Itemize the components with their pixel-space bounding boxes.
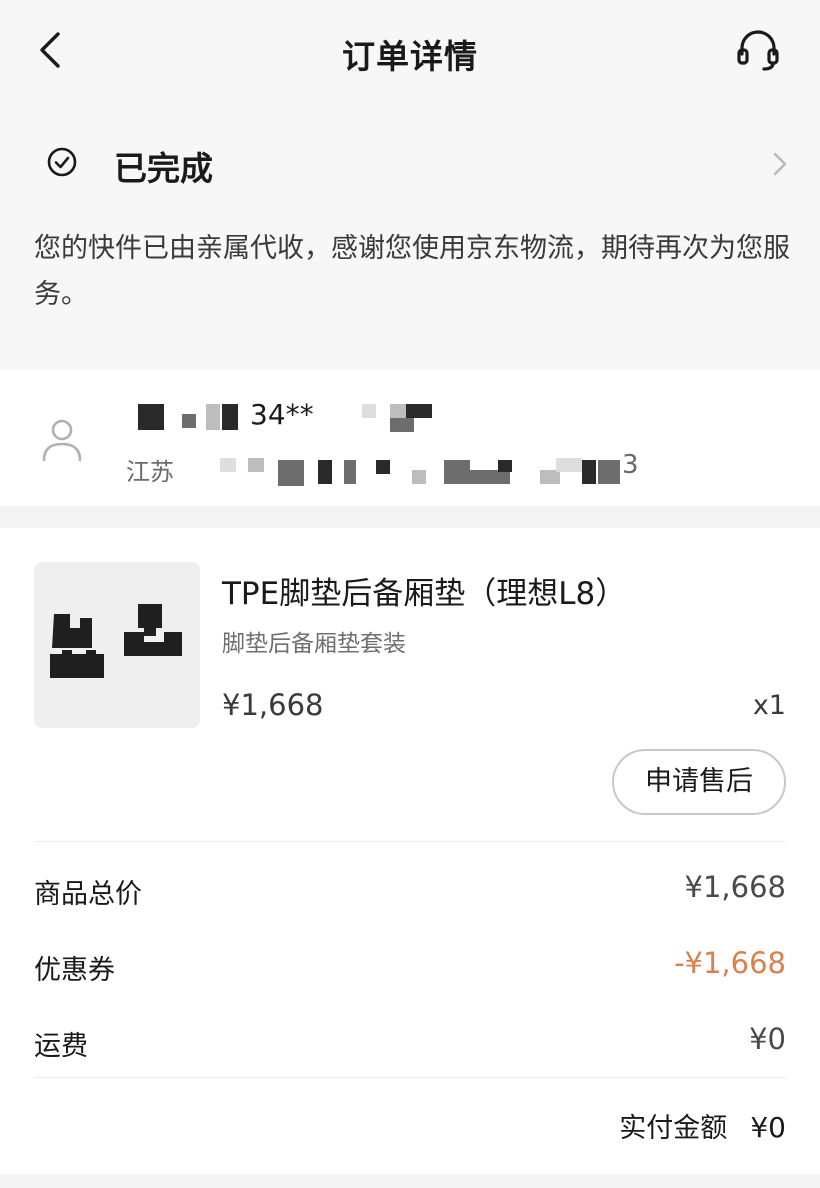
goods-total-label: 商品总价: [34, 879, 142, 910]
redaction-block: [598, 460, 620, 484]
goods-total-value: ¥1,668: [684, 870, 786, 904]
redaction-block: [470, 470, 510, 484]
recipient-address: 江苏: [126, 458, 174, 486]
redaction-block: [390, 418, 414, 432]
product-spec: 脚垫后备厢垫套装: [222, 631, 406, 657]
redaction-block: [138, 404, 164, 430]
redaction-block: [556, 458, 582, 472]
address-card[interactable]: 34** 江苏 3: [0, 370, 820, 506]
chevron-right-icon: [773, 152, 787, 176]
headset-icon: [737, 30, 779, 71]
product-name[interactable]: TPE脚垫后备厢垫（理想L8）: [222, 568, 626, 613]
divider: [34, 1077, 786, 1078]
order-status-label: 已完成: [114, 149, 213, 188]
product-quantity: x1: [752, 690, 786, 721]
redaction-block: [582, 460, 596, 484]
redaction-block: [248, 458, 264, 472]
redaction-block: [182, 414, 196, 428]
product-image[interactable]: [34, 562, 200, 728]
redaction-block: [412, 470, 426, 484]
shipping-value: ¥0: [749, 1022, 786, 1056]
redaction-block: [206, 404, 220, 430]
redaction-block: [222, 404, 238, 430]
paid-amount-value: ¥0: [750, 1111, 786, 1144]
redaction-block: [390, 404, 406, 418]
paid-amount-label: 实付金额: [619, 1113, 728, 1144]
redaction-block: [498, 460, 512, 472]
redaction-block: [318, 460, 332, 484]
redaction-block: [220, 458, 236, 472]
product-price: ¥1,668: [222, 688, 324, 722]
coupon-value: -¥1,668: [674, 946, 786, 980]
coupon-label: 优惠券: [34, 955, 115, 986]
order-status-card: 已完成 您的快件已由亲属代收，感谢您使用京东物流，期待再次为您服务。: [0, 104, 820, 370]
order-status-row[interactable]: 已完成: [0, 136, 820, 192]
shipping-row: 运费 ¥0: [34, 1020, 786, 1064]
redaction-block: [444, 460, 470, 484]
paid-amount-row: 实付金额 ¥0: [619, 1106, 786, 1150]
redaction-block: [362, 404, 376, 418]
nav-bar: 订单详情: [0, 0, 820, 104]
customer-service-button[interactable]: [734, 26, 782, 74]
divider: [34, 841, 786, 842]
shipping-label: 运费: [34, 1031, 88, 1062]
delivery-description: 您的快件已由亲属代收，感谢您使用京东物流，期待再次为您服务。: [34, 233, 790, 310]
person-icon: [42, 419, 82, 462]
recipient-name-phone: 34**: [250, 398, 314, 431]
coupon-row: 优惠券 -¥1,668: [34, 944, 786, 988]
floor-mat-image: [50, 604, 182, 678]
redaction-block: [344, 460, 356, 484]
check-circle-icon: [47, 147, 77, 177]
recipient-address-tail: 3: [622, 450, 639, 480]
page-title: 订单详情: [342, 37, 478, 76]
goods-total-row: 商品总价 ¥1,668: [34, 868, 786, 912]
redaction-block: [540, 470, 560, 484]
redaction-block: [406, 404, 432, 418]
redaction-block: [376, 460, 390, 474]
order-item-card: TPE脚垫后备厢垫（理想L8） 脚垫后备厢垫套装 ¥1,668 x1 申请售后 …: [0, 528, 820, 1174]
apply-aftersale-button[interactable]: 申请售后: [612, 749, 786, 815]
redaction-block: [278, 460, 304, 486]
